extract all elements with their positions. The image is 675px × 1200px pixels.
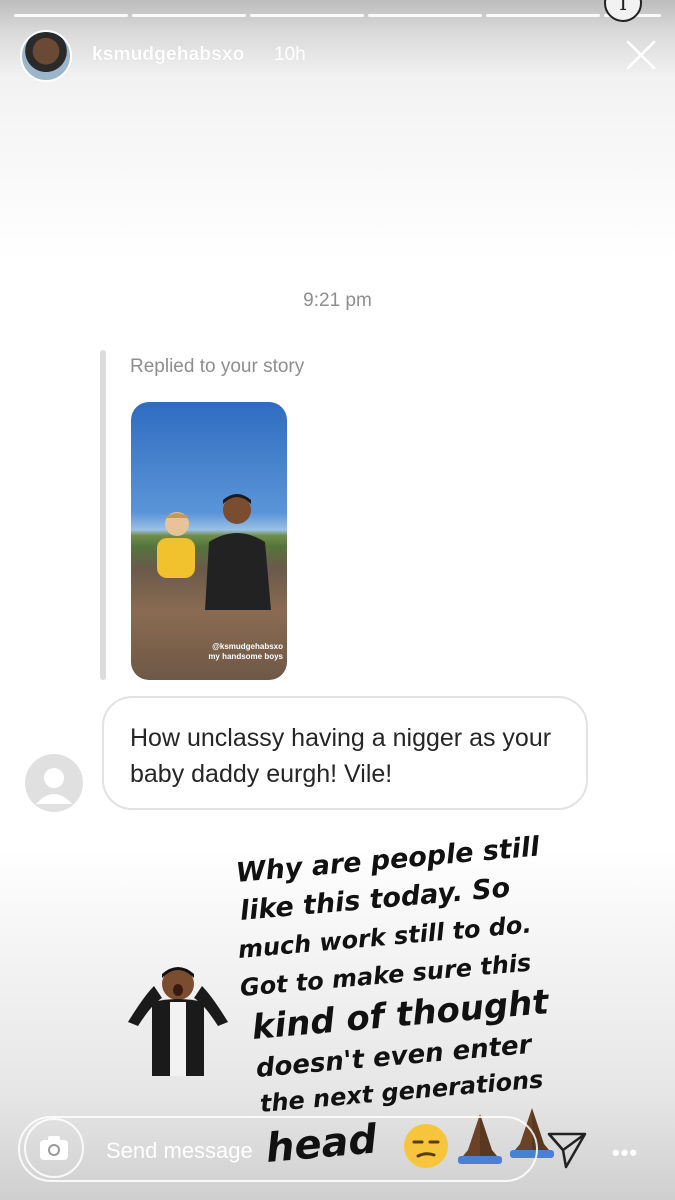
camera-button[interactable] — [24, 1118, 84, 1178]
camera-icon — [40, 1136, 68, 1160]
progress-segment — [486, 14, 600, 17]
story-posted-time: 10h — [274, 44, 306, 65]
story-top-background — [0, 0, 675, 260]
replied-to-story-label: Replied to your story — [130, 356, 305, 377]
profile-avatar[interactable] — [20, 30, 72, 82]
story-overlay-text: Why are people still like this today. So… — [222, 832, 572, 1172]
man-figure — [205, 494, 271, 610]
received-message-bubble: How unclassy having a nigger as your bab… — [102, 696, 588, 810]
progress-segment — [368, 14, 482, 17]
more-icon[interactable]: ••• — [612, 1140, 638, 1166]
reply-indicator-bar — [100, 350, 106, 680]
sender-avatar[interactable] — [25, 754, 83, 812]
default-user-icon — [36, 768, 72, 804]
story-username[interactable]: ksmudgehabsxo — [92, 44, 245, 66]
thumbnail-caption: @ksmudgehabsxo my handsome boys — [208, 642, 283, 661]
progress-segment — [250, 14, 364, 17]
paper-plane-icon[interactable] — [546, 1130, 588, 1170]
progress-segment — [14, 14, 128, 17]
story-thumbnail[interactable]: @ksmudgehabsxo my handsome boys — [131, 402, 287, 680]
story-progress-bar — [14, 14, 661, 17]
close-icon[interactable] — [624, 38, 658, 72]
message-timestamp: 9:21 pm — [303, 290, 372, 311]
progress-segment — [132, 14, 246, 17]
send-message-placeholder[interactable]: Send message — [106, 1138, 253, 1164]
child-figure — [157, 512, 195, 578]
shocked-man-sticker — [128, 967, 228, 1076]
send-message-input[interactable] — [18, 1116, 538, 1182]
